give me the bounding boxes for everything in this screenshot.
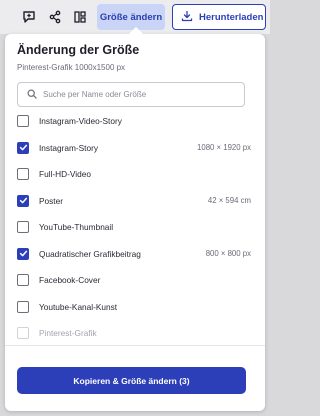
size-option-row[interactable]: Instagram-Video-Story: [17, 111, 253, 131]
size-option-dimensions: 800 × 800 px: [205, 249, 251, 258]
size-option-label: Quadratischer Grafikbeitrag: [39, 248, 141, 259]
size-option-label: Youtube-Kanal-Kunst: [39, 301, 118, 312]
search-icon: [27, 86, 37, 104]
search-input[interactable]: [43, 90, 233, 99]
size-option-checkbox[interactable]: [17, 274, 29, 286]
size-option-label: Poster: [39, 195, 63, 206]
size-option-label: YouTube-Thumbnail: [39, 222, 114, 232]
copy-and-resize-button[interactable]: Kopieren & Größe ändern (3): [17, 367, 246, 394]
size-option-checkbox[interactable]: [17, 115, 29, 127]
size-option-row: Pinterest-Grafik: [17, 323, 253, 343]
copy-and-resize-button-label: Kopieren & Größe ändern (3): [73, 375, 190, 386]
size-option-checkbox: [17, 327, 29, 339]
resize-panel: Änderung der Größe Pinterest-Grafik 1000…: [5, 26, 265, 411]
size-option-label: Instagram-Video-Story: [39, 116, 122, 126]
size-option-checkbox[interactable]: [17, 141, 29, 154]
size-option-label: Pinterest-Grafik: [39, 328, 97, 338]
search-field[interactable]: [17, 82, 245, 107]
size-option-checkbox[interactable]: [17, 247, 29, 260]
share-icon[interactable]: [43, 5, 67, 29]
size-option-checkbox[interactable]: [17, 300, 29, 313]
size-option-row[interactable]: Full-HD-Video: [17, 164, 253, 184]
size-option-label: Facebook-Cover: [39, 275, 101, 285]
comment-plus-icon[interactable]: [17, 5, 41, 29]
download-button-label: Herunterladen: [199, 11, 264, 23]
size-option-checkbox[interactable]: [17, 194, 29, 207]
size-option-dimensions: 42 × 594 cm: [207, 196, 251, 205]
footer-divider: [5, 345, 265, 346]
size-option-checkbox[interactable]: [17, 221, 29, 233]
resize-button[interactable]: Größe ändern: [97, 4, 165, 30]
resize-button-label: Größe ändern: [99, 11, 163, 23]
download-button[interactable]: Herunterladen: [172, 4, 266, 30]
size-option-label: Full-HD-Video: [39, 169, 91, 179]
download-icon: [181, 10, 193, 25]
size-option-row[interactable]: Instagram-Story 1080 × 1920 px: [17, 138, 253, 158]
size-option-row[interactable]: YouTube-Thumbnail: [17, 217, 253, 237]
panel-title: Änderung der Größe: [17, 43, 140, 57]
size-option-row[interactable]: Facebook-Cover: [17, 270, 253, 290]
layout-grid-icon[interactable]: [68, 5, 92, 29]
size-option-row[interactable]: Quadratischer Grafikbeitrag 800 × 800 px: [17, 244, 253, 264]
size-option-dimensions: 1080 × 1920 px: [197, 143, 251, 152]
current-design-size: Pinterest-Grafik 1000x1500 px: [17, 63, 126, 72]
size-option-row[interactable]: Youtube-Kanal-Kunst: [17, 297, 253, 317]
size-option-row[interactable]: Poster 42 × 594 cm: [17, 191, 253, 211]
size-option-label: Instagram-Story: [39, 142, 99, 153]
size-option-checkbox[interactable]: [17, 168, 29, 180]
